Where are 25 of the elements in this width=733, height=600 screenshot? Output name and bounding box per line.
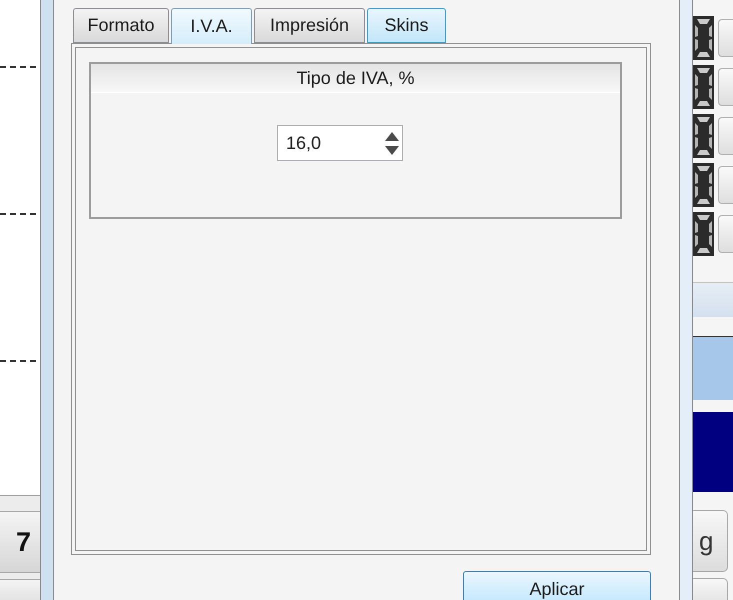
apply-button[interactable]: Aplicar — [463, 571, 651, 600]
group-title: Tipo de IVA, % — [91, 64, 620, 93]
highlight-strip — [693, 336, 733, 400]
tab[interactable]: I.V.A. — [171, 8, 252, 44]
pattern-tile-icon — [693, 114, 714, 158]
side-button[interactable] — [718, 117, 733, 155]
tab[interactable]: Impresión — [254, 8, 365, 43]
pattern-tile-icon — [693, 65, 714, 109]
down-arrow-icon[interactable] — [385, 146, 399, 155]
side-button[interactable] — [693, 578, 728, 600]
header-strip — [693, 282, 733, 317]
pattern-tile-icon — [693, 163, 714, 207]
side-button[interactable] — [718, 166, 733, 204]
side-button[interactable] — [718, 215, 733, 253]
pattern-tile-icon — [693, 212, 714, 256]
tab[interactable]: Skins — [367, 8, 446, 43]
number-spinner[interactable]: 16,0 — [277, 125, 403, 161]
side-button[interactable] — [718, 68, 733, 106]
up-arrow-icon[interactable] — [385, 132, 399, 141]
side-button[interactable] — [718, 19, 733, 57]
tab[interactable]: Formato — [73, 8, 169, 43]
side-button[interactable]: g — [693, 510, 728, 572]
keypad-button[interactable]: 7 — [0, 511, 40, 573]
pattern-tile-icon — [693, 16, 714, 60]
keypad-button[interactable] — [0, 579, 40, 600]
